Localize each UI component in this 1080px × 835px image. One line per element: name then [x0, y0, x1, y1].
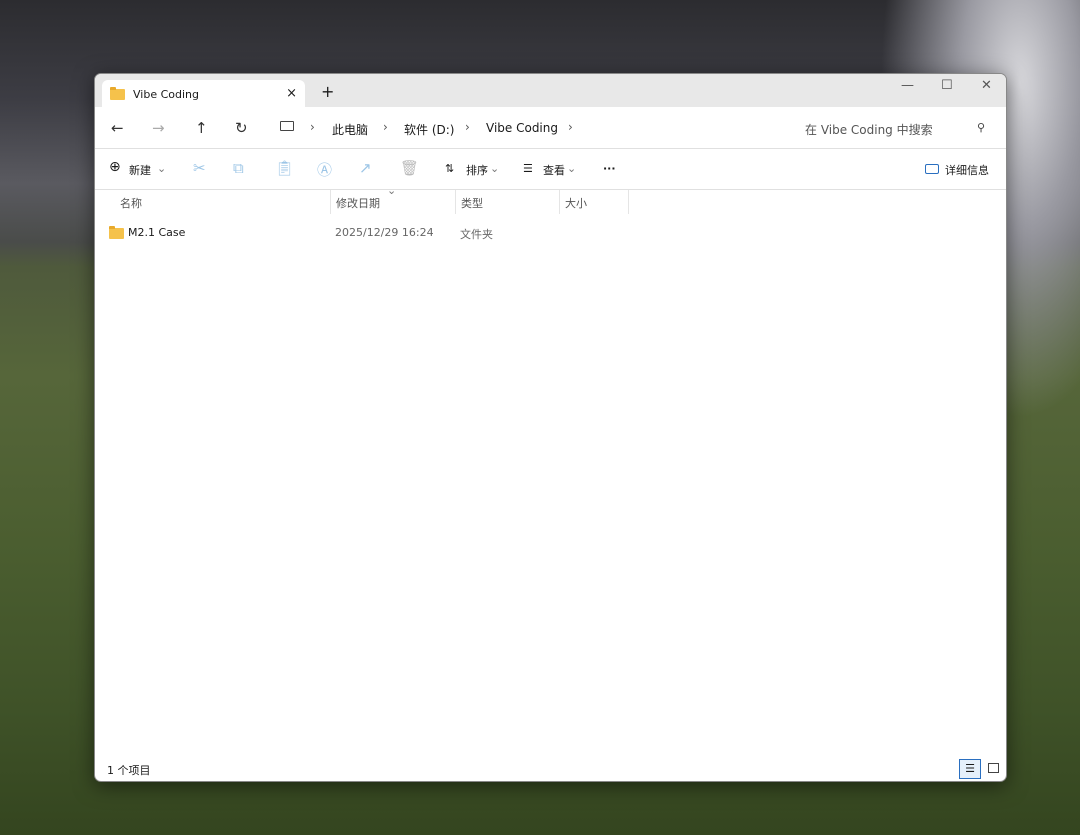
search-icon[interactable]: ⚲ [977, 121, 985, 134]
tab-vibe-coding[interactable]: Vibe Coding × [102, 80, 305, 108]
back-button[interactable]: ← [111, 119, 124, 137]
file-row[interactable]: M2.1 Case 2025/12/29 16:24 文件夹 [95, 222, 1006, 244]
file-name[interactable]: M2.1 Case [128, 226, 185, 239]
cut-icon[interactable]: ✂ [193, 159, 206, 177]
folder-icon [110, 86, 125, 100]
computer-icon [280, 121, 294, 131]
chevron-down-icon: ⌄ [567, 162, 577, 175]
search-input[interactable]: 在 Vibe Coding 中搜索 [805, 121, 933, 138]
column-size[interactable]: 大小 [559, 190, 629, 214]
command-bar: ⊕ 新建 ⌄ ✂ ⧉ 📋︎ Ⓐ ↗ 🗑︎ ⇅ 排序 ⌄ ☰ 查看 ⌄ ··· 详… [95, 149, 1006, 190]
refresh-button[interactable]: ↻ [235, 119, 248, 137]
address-bar: ← → ↑ ↻ › 此电脑 › 软件 (D:) › Vibe Coding › … [95, 107, 1006, 149]
breadcrumb-vibe-coding[interactable]: Vibe Coding [486, 121, 558, 135]
status-bar: 1 个项目 ☰ [95, 757, 1006, 781]
new-tab-button[interactable]: + [321, 82, 334, 101]
folder-icon [109, 226, 124, 239]
sort-icon: ⇅ [445, 162, 455, 175]
up-button[interactable]: ↑ [195, 119, 208, 137]
delete-icon[interactable]: 🗑︎ [400, 159, 419, 177]
tab-title: Vibe Coding [133, 87, 199, 101]
sort-indicator-icon: ⌄ [387, 184, 397, 197]
chevron-down-icon: ⌄ [490, 162, 500, 175]
more-button[interactable]: ··· [603, 162, 616, 175]
file-explorer-window: Vibe Coding × + — ☐ ✕ ← → ↑ ↻ › 此电脑 › 软件… [94, 73, 1007, 782]
file-type: 文件夹 [460, 228, 493, 241]
sort-button[interactable]: 排序 [466, 162, 488, 178]
maximize-button[interactable]: ☐ [941, 78, 953, 93]
close-window-button[interactable]: ✕ [981, 78, 992, 93]
chevron-down-icon: ⌄ [157, 162, 167, 175]
new-button[interactable]: 新建 [129, 162, 151, 178]
breadcrumb-sep[interactable]: › [568, 120, 573, 134]
details-button[interactable]: 详细信息 [945, 162, 989, 178]
copy-icon[interactable]: ⧉ [233, 159, 244, 177]
details-view-button[interactable]: ☰ [959, 759, 981, 779]
minimize-button[interactable]: — [901, 78, 914, 93]
view-button[interactable]: 查看 [543, 162, 565, 178]
new-icon: ⊕ [109, 159, 121, 175]
paste-icon[interactable]: 📋︎ [275, 159, 294, 177]
breadcrumb-sep: › [383, 120, 388, 134]
view-icon: ☰ [523, 162, 533, 175]
file-modified: 2025/12/29 16:24 [335, 226, 434, 239]
breadcrumb-this-pc[interactable]: 此电脑 [332, 121, 368, 138]
details-pane-icon [925, 164, 939, 174]
share-icon[interactable]: ↗ [359, 159, 372, 177]
column-header: 名称 修改日期 类型 大小 ⌄ [95, 184, 1006, 214]
breadcrumb-sep: › [465, 120, 470, 134]
tiles-view-button[interactable] [988, 763, 999, 773]
column-name[interactable]: 名称 [115, 195, 142, 219]
forward-button[interactable]: → [152, 119, 165, 137]
item-count: 1 个项目 [107, 764, 151, 777]
breadcrumb-sep: › [310, 120, 315, 134]
column-type[interactable]: 类型 [455, 190, 559, 214]
tab-bar: Vibe Coding × + — ☐ ✕ [95, 74, 1006, 108]
breadcrumb-drive-d[interactable]: 软件 (D:) [404, 121, 454, 138]
close-tab-button[interactable]: × [286, 86, 297, 101]
rename-icon[interactable]: Ⓐ [317, 159, 332, 180]
